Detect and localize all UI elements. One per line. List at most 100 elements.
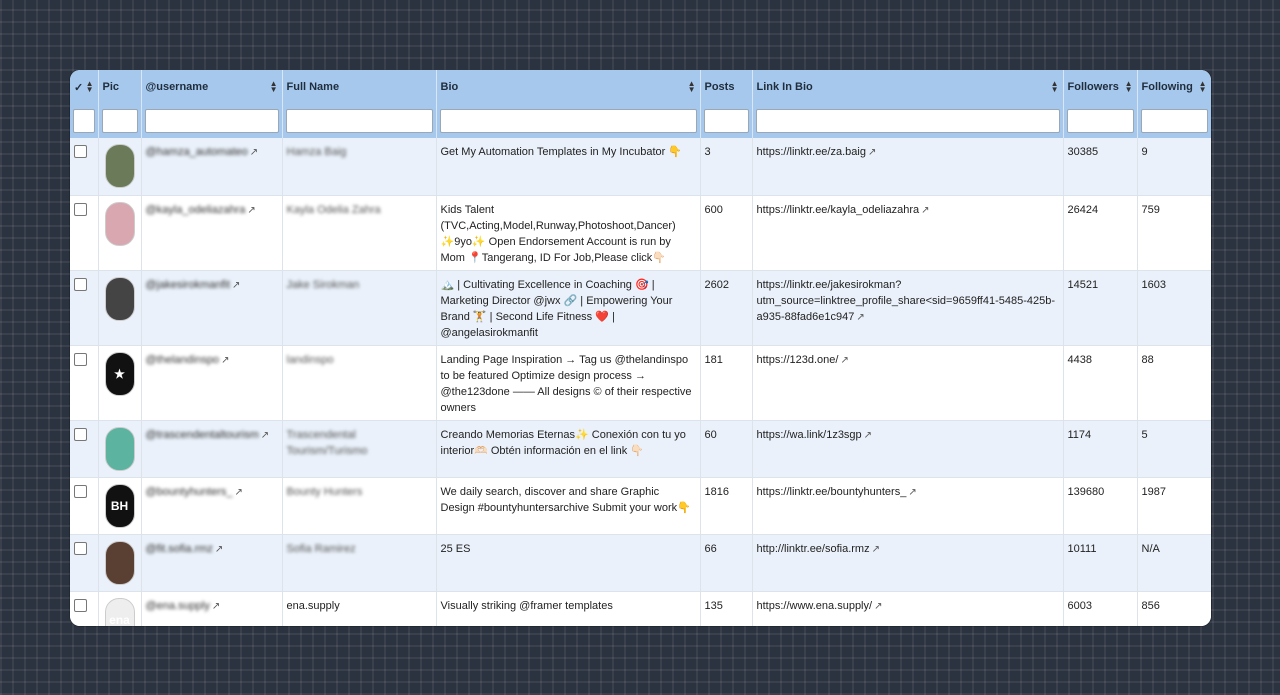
row-checkbox[interactable] xyxy=(74,427,87,441)
filter-input-following[interactable] xyxy=(1140,109,1208,133)
pic-cell xyxy=(98,138,142,196)
username-link[interactable]: @thelandinspo xyxy=(146,354,220,366)
sort-icon[interactable]: ▲ ▼ xyxy=(1125,80,1133,94)
external-link-icon[interactable]: ↗ xyxy=(874,601,882,612)
username-link[interactable]: @fit.sofia.rmz xyxy=(146,543,213,555)
link-in-bio[interactable]: https://www.ena.supply/ xyxy=(757,600,873,612)
external-link-icon[interactable]: ↗ xyxy=(250,147,258,158)
external-link-icon[interactable]: ↗ xyxy=(864,430,872,441)
pic-cell: ena xyxy=(98,591,142,626)
sort-icon[interactable]: ▲ ▼ xyxy=(270,80,278,94)
row-checkbox[interactable] xyxy=(74,202,87,216)
filter-input-full-name[interactable] xyxy=(285,109,433,133)
external-link-icon[interactable]: ↗ xyxy=(261,430,269,441)
followers-cell: 10111 xyxy=(1063,534,1138,592)
followers-cell: 6003 xyxy=(1063,591,1138,626)
username-link[interactable]: @ena.supply xyxy=(146,600,210,612)
username-link[interactable]: @trascendentaltourism xyxy=(146,429,259,441)
row-checkbox[interactable] xyxy=(74,277,87,291)
link-in-bio[interactable]: https://linktr.ee/za.baig xyxy=(757,146,866,158)
avatar[interactable] xyxy=(104,144,135,188)
column-header-full-name[interactable]: Full Name xyxy=(282,70,437,104)
table-row: @fit.sofia.rmz ↗ Sofia Ramirez 25 ES 66 h… xyxy=(70,534,1211,592)
filter-input-pic[interactable] xyxy=(101,109,138,133)
data-table-card: ✓ ▲ ▼ Pic @username ▲ ▼ Full Name Bio ▲ ▼ Post… xyxy=(70,70,1211,626)
external-link-icon[interactable]: ↗ xyxy=(247,205,255,216)
external-link-icon[interactable]: ↗ xyxy=(215,544,223,555)
column-header-following[interactable]: Following ▲ ▼ xyxy=(1137,70,1211,104)
external-link-icon[interactable]: ↗ xyxy=(840,355,848,366)
link-in-bio[interactable]: https://linktr.ee/jakesirokman?utm_sourc… xyxy=(757,279,1056,323)
table-body: @hamza_automateo ↗ Hamza Baig Get My Auto… xyxy=(70,138,1211,626)
filter-input-followers[interactable] xyxy=(1066,109,1134,133)
sort-icon[interactable]: ▲ ▼ xyxy=(688,80,696,94)
filter-input-posts[interactable] xyxy=(703,109,749,133)
external-link-icon[interactable]: ↗ xyxy=(232,280,240,291)
avatar[interactable] xyxy=(104,201,135,246)
avatar[interactable]: ena xyxy=(104,597,135,626)
external-link-icon[interactable]: ↗ xyxy=(908,487,916,498)
select-cell xyxy=(70,534,99,592)
link-in-bio[interactable]: https://linktr.ee/bountyhunters_ xyxy=(757,486,907,498)
avatar[interactable]: BH xyxy=(104,483,135,528)
following-cell: 856 xyxy=(1137,591,1211,626)
external-link-icon[interactable]: ↗ xyxy=(921,205,929,216)
external-link-icon[interactable]: ↗ xyxy=(221,355,229,366)
username-link[interactable]: @jakesirokmanfit xyxy=(146,279,231,291)
avatar[interactable] xyxy=(104,426,135,471)
column-header-select[interactable]: ✓ ▲ ▼ xyxy=(70,70,99,104)
posts-count: 2602 xyxy=(704,278,729,291)
row-checkbox[interactable] xyxy=(74,541,87,555)
filter-input-bio[interactable] xyxy=(439,109,697,133)
column-header-bio[interactable]: Bio ▲ ▼ xyxy=(436,70,701,104)
followers-count: 1174 xyxy=(1067,428,1092,441)
following-cell: 1987 xyxy=(1137,477,1211,535)
external-link-icon[interactable]: ↗ xyxy=(856,312,864,323)
avatar[interactable]: ★ xyxy=(104,351,135,396)
filter-input-link[interactable] xyxy=(755,109,1060,133)
row-checkbox[interactable] xyxy=(74,145,87,158)
username-cell: @ena.supply ↗ xyxy=(141,591,283,626)
followers-cell: 4438 xyxy=(1063,345,1138,421)
column-header-followers[interactable]: Followers ▲ ▼ xyxy=(1063,70,1138,104)
select-cell xyxy=(70,477,99,535)
row-checkbox[interactable] xyxy=(74,484,87,498)
username-link[interactable]: @bountyhunters_ xyxy=(146,486,233,498)
posts-count: 66 xyxy=(704,542,717,555)
external-link-icon[interactable]: ↗ xyxy=(212,601,220,612)
filter-input-username[interactable] xyxy=(144,109,279,133)
column-header-username[interactable]: @username ▲ ▼ xyxy=(141,70,283,104)
username-link[interactable]: @kayla_odeliazahra xyxy=(146,204,246,216)
link-in-bio[interactable]: https://wa.link/1z3sgp xyxy=(757,429,862,441)
username-cell: @thelandinspo ↗ xyxy=(141,345,283,421)
username-link[interactable]: @hamza_automateo xyxy=(146,146,248,158)
external-link-icon[interactable]: ↗ xyxy=(235,487,243,498)
sort-icon[interactable]: ▲ ▼ xyxy=(86,80,94,94)
link-in-bio[interactable]: https://123d.one/ xyxy=(757,354,839,366)
column-header-link[interactable]: Link In Bio ▲ ▼ xyxy=(752,70,1064,104)
link-in-bio[interactable]: https://linktr.ee/kayla_odeliazahra xyxy=(757,204,920,216)
row-checkbox[interactable] xyxy=(74,352,87,366)
bio-cell: 🏔️ | Cultivating Excellence in Coaching … xyxy=(436,270,701,346)
followers-count: 26424 xyxy=(1067,203,1099,216)
select-cell xyxy=(70,138,99,196)
row-checkbox[interactable] xyxy=(74,598,87,612)
filter-row xyxy=(70,104,1211,138)
avatar[interactable] xyxy=(104,276,135,321)
link-in-bio[interactable]: http://linktr.ee/sofia.rmz xyxy=(757,543,870,555)
external-link-icon[interactable]: ↗ xyxy=(868,147,876,158)
followers-count: 139680 xyxy=(1067,485,1105,498)
external-link-icon[interactable]: ↗ xyxy=(872,544,880,555)
followers-count: 10111 xyxy=(1067,542,1097,555)
column-header-posts[interactable]: Posts xyxy=(700,70,753,104)
sort-icon[interactable]: ▲ ▼ xyxy=(1051,80,1059,94)
bio-cell: Get My Automation Templates in My Incuba… xyxy=(436,138,701,196)
sort-icon[interactable]: ▲ ▼ xyxy=(1199,80,1207,94)
followers-cell: 14521 xyxy=(1063,270,1138,346)
followers-count: 6003 xyxy=(1067,599,1092,612)
full-name-text: Sofia Ramirez xyxy=(286,542,356,555)
filter-input-select[interactable] xyxy=(73,109,95,133)
column-header-pic[interactable]: Pic xyxy=(98,70,142,104)
avatar[interactable] xyxy=(104,540,135,585)
profiles-table: ✓ ▲ ▼ Pic @username ▲ ▼ Full Name Bio ▲ ▼ Post… xyxy=(70,70,1211,626)
